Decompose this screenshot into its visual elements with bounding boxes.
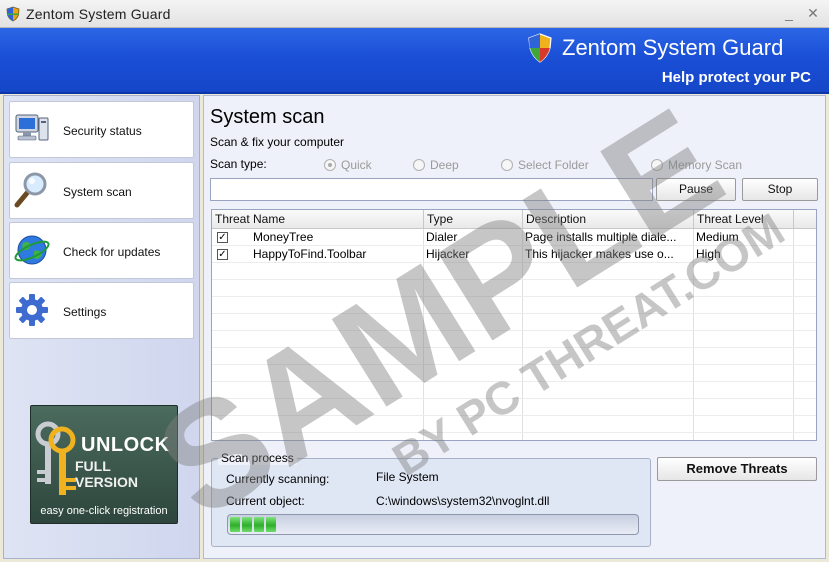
- scan-type-label: Scan type:: [210, 157, 267, 171]
- scan-type-memory-scan-radio[interactable]: Memory Scan: [651, 158, 742, 172]
- threats-table: Threat Name Type Description Threat Leve…: [211, 209, 817, 441]
- scan-path-field[interactable]: [210, 178, 653, 201]
- close-button[interactable]: ✕: [805, 5, 821, 21]
- pause-button[interactable]: Pause: [656, 178, 736, 201]
- progress-segment: [242, 517, 252, 532]
- radio-indicator: [501, 159, 513, 171]
- column-header-type[interactable]: Type: [424, 210, 523, 229]
- gear-icon: [16, 294, 48, 326]
- unlock-caption: easy one-click registration: [40, 505, 168, 517]
- progress-segment: [230, 517, 240, 532]
- radio-label: Select Folder: [518, 158, 589, 172]
- title-bar[interactable]: Zentom System Guard _ ✕: [0, 0, 829, 28]
- table-row[interactable]: ✓ MoneyTree Dialer Page installs multipl…: [212, 229, 816, 246]
- row-checkbox[interactable]: ✓: [217, 232, 228, 243]
- scan-process-group: Scan process Currently scanning: File Sy…: [211, 451, 651, 547]
- sidebar-item-system-scan[interactable]: System scan: [9, 162, 194, 219]
- row-checkbox[interactable]: ✓: [217, 249, 228, 260]
- radio-indicator: [324, 159, 336, 171]
- main-panel: System scan Scan & fix your computer Sca…: [203, 95, 826, 559]
- radio-label: Memory Scan: [668, 158, 743, 172]
- column-header-description[interactable]: Description: [523, 210, 694, 229]
- threat-type-cell: Dialer: [426, 230, 458, 244]
- sidebar-item-check-for-updates[interactable]: Check for updates: [9, 222, 194, 279]
- current-object-label: Current object:: [226, 494, 305, 508]
- remove-threats-button[interactable]: Remove Threats: [657, 457, 817, 481]
- progress-segment: [266, 517, 276, 532]
- threat-name-cell: MoneyTree: [253, 230, 314, 244]
- current-object-value: C:\windows\system32\nvoglnt.dll: [376, 494, 550, 508]
- threat-level-cell: High: [696, 247, 721, 261]
- unlock-subtitle: FULL VERSION: [75, 458, 139, 490]
- sidebar-item-label: Security status: [63, 124, 142, 138]
- radio-label: Quick: [341, 158, 372, 172]
- sidebar-item-label: Check for updates: [63, 245, 161, 259]
- radio-indicator: [651, 159, 663, 171]
- radio-label: Deep: [430, 158, 459, 172]
- header-tagline: Help protect your PC: [661, 69, 811, 86]
- app-header: Zentom System Guard Help protect your PC: [0, 28, 829, 94]
- column-header-threat-name[interactable]: Threat Name: [212, 210, 424, 229]
- progress-fill: [230, 517, 278, 532]
- scan-process-legend: Scan process: [218, 451, 297, 465]
- unlock-title: UNLOCK: [81, 434, 170, 456]
- currently-scanning-label: Currently scanning:: [226, 472, 330, 486]
- scan-progress-bar: [227, 514, 639, 535]
- scan-type-quick-radio[interactable]: Quick: [324, 158, 372, 172]
- scan-type-select-folder-radio[interactable]: Select Folder: [501, 158, 589, 172]
- window-title: Zentom System Guard: [26, 6, 171, 22]
- globe-icon: [14, 235, 50, 265]
- sidebar-item-settings[interactable]: Settings: [9, 282, 194, 339]
- header-title: Zentom System Guard: [562, 35, 784, 60]
- threat-description-cell: This hijacker makes use o...: [525, 247, 674, 261]
- minimize-button[interactable]: _: [781, 5, 797, 21]
- threat-name-cell: HappyToFind.Toolbar: [253, 247, 367, 261]
- table-header: Threat Name Type Description Threat Leve…: [212, 210, 816, 229]
- sidebar-item-label: Settings: [63, 305, 107, 319]
- sidebar-item-security-status[interactable]: Security status: [9, 101, 194, 158]
- magnifier-icon: [14, 172, 47, 208]
- progress-segment: [254, 517, 264, 532]
- sidebar-item-label: System scan: [63, 185, 132, 199]
- sidebar: Security status System scan Check for up…: [3, 95, 200, 559]
- scan-type-deep-radio[interactable]: Deep: [413, 158, 459, 172]
- stop-button[interactable]: Stop: [742, 178, 818, 201]
- threat-description-cell: Page installs multiple diale...: [525, 230, 677, 244]
- column-header-threat-level[interactable]: Threat Level: [694, 210, 794, 229]
- page-title: System scan: [210, 106, 325, 128]
- app-shield-icon: [6, 6, 20, 22]
- shield-icon: [528, 33, 552, 63]
- radio-indicator: [413, 159, 425, 171]
- currently-scanning-value: File System: [376, 470, 439, 484]
- page-subtitle: Scan & fix your computer: [210, 135, 345, 149]
- threat-level-cell: Medium: [696, 230, 739, 244]
- table-row[interactable]: ✓ HappyToFind.Toolbar Hijacker This hija…: [212, 246, 816, 263]
- threat-type-cell: Hijacker: [426, 247, 470, 261]
- unlock-full-version-banner[interactable]: UNLOCK FULL VERSION easy one-click regis…: [30, 405, 178, 524]
- computer-icon: [15, 114, 49, 141]
